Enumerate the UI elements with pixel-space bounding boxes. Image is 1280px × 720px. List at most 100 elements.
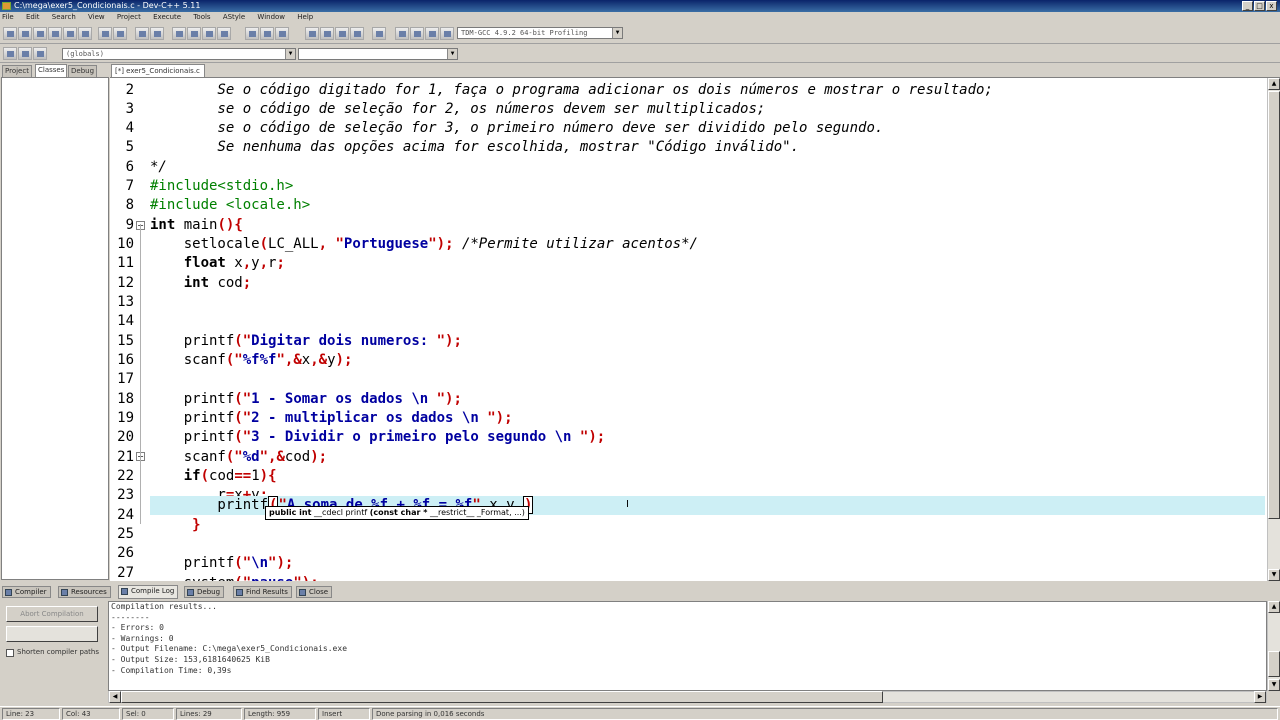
tab-compiler-label: Compiler [15, 588, 47, 596]
code-line: se o código de seleção for 3, o primeiro… [150, 120, 884, 136]
scroll-left-icon[interactable]: ◀ [109, 691, 121, 703]
toggle-comment-icon[interactable] [202, 27, 216, 40]
scroll-down-icon[interactable]: ▼ [1268, 679, 1280, 691]
compile-log-icon [121, 588, 128, 595]
project-options-icon[interactable] [260, 27, 274, 40]
shorten-paths-checkbox[interactable] [6, 649, 14, 657]
code-editor[interactable]: 2 3 4 5 6 7 8 9 10 11 12 13 14 15 16 17 … [110, 77, 1280, 581]
close-file-icon[interactable] [63, 27, 77, 40]
line-number: 15 [117, 333, 134, 349]
compile-icon[interactable] [305, 27, 319, 40]
code-line: scanf("%f%f",&x,&y); [150, 352, 353, 368]
devcpp-window: C:\mega\exer5_Condicionais.c - Dev-C++ 5… [0, 0, 1280, 720]
menu-edit[interactable]: Edit [26, 13, 40, 21]
menu-view[interactable]: View [88, 13, 105, 21]
delete-profile-icon[interactable] [425, 27, 439, 40]
menu-project[interactable]: Project [117, 13, 141, 21]
bookmark-icon[interactable] [217, 27, 231, 40]
tab-classes[interactable]: Classes [35, 64, 68, 77]
status-mode: Insert [318, 708, 370, 720]
maximize-button[interactable]: □ [1254, 1, 1265, 11]
debug-icon[interactable] [395, 27, 409, 40]
menu-help[interactable]: Help [297, 13, 313, 21]
log-vertical-scrollbar[interactable]: ▲ ▼ [1267, 601, 1280, 691]
menu-execute[interactable]: Execute [153, 13, 181, 21]
rebuild-icon[interactable] [350, 27, 364, 40]
minimize-button[interactable]: _ [1242, 1, 1253, 11]
code-area[interactable]: Se o código digitado for 1, faça o progr… [150, 78, 1265, 581]
shorten-paths-label: Shorten compiler paths [17, 648, 100, 656]
code-line: printf("2 - multiplicar os dados \n "); [150, 410, 513, 426]
menu-search[interactable]: Search [52, 13, 76, 21]
scroll-up-icon[interactable]: ▲ [1268, 78, 1280, 90]
tooltip-args: (const char * [369, 508, 428, 517]
log-horizontal-scrollbar[interactable]: ◀ ▶ [108, 691, 1267, 703]
scroll-thumb[interactable] [1268, 91, 1280, 519]
close-icon [299, 589, 306, 596]
menu-tools[interactable]: Tools [193, 13, 210, 21]
main-toolbar: TDM-GCC 4.9.2 64-bit Profiling ▼ [0, 24, 1280, 44]
tab-compile-log[interactable]: Compile Log [118, 585, 179, 599]
compile-run-icon[interactable] [335, 27, 349, 40]
undo-icon[interactable] [98, 27, 112, 40]
replace-icon[interactable] [150, 27, 164, 40]
tab-find-results[interactable]: Find Results [233, 586, 292, 598]
tab-project[interactable]: Project [2, 65, 32, 77]
scroll-up-icon[interactable]: ▲ [1268, 601, 1280, 613]
insert-icon[interactable] [3, 47, 17, 60]
class-browser-pane[interactable] [1, 77, 109, 580]
toggle-bookmark-icon[interactable] [18, 47, 32, 60]
goto-bookmark-icon[interactable] [33, 47, 47, 60]
status-lines: Lines: 29 [176, 708, 242, 720]
tab-debug-bottom[interactable]: Debug [184, 586, 225, 598]
editor-file-tab[interactable]: [*] exer5_Condicionais.c [111, 64, 205, 77]
print-icon[interactable] [78, 27, 92, 40]
compile-log-pane[interactable]: Compilation results... -------- - Errors… [108, 601, 1267, 691]
log-line: - Warnings: 0 [111, 633, 174, 643]
tab-debug[interactable]: Debug [68, 65, 98, 77]
log-line: - Compilation Time: 0,39s [111, 665, 232, 675]
compiler-select[interactable]: TDM-GCC 4.9.2 64-bit Profiling ▼ [457, 27, 623, 39]
open-file-icon[interactable] [18, 27, 32, 40]
close-button[interactable]: x [1266, 1, 1277, 11]
save-all-icon[interactable] [48, 27, 62, 40]
scroll-thumb[interactable] [121, 691, 883, 703]
log-line: - Output Filename: C:\mega\exer5_Condici… [111, 644, 348, 654]
syntax-check-icon[interactable] [372, 27, 386, 40]
run-icon[interactable] [320, 27, 334, 40]
abort-compilation-button[interactable]: Abort Compilation [6, 606, 98, 622]
menu-file[interactable]: File [2, 13, 14, 21]
tab-resources[interactable]: Resources [58, 586, 111, 598]
scroll-right-icon[interactable]: ▶ [1254, 691, 1266, 703]
line-number: 27 [117, 565, 134, 581]
profile-icon[interactable] [410, 27, 424, 40]
editor-vertical-scrollbar[interactable]: ▲ ▼ [1267, 78, 1280, 581]
find-icon[interactable] [135, 27, 149, 40]
line-number: 8 [125, 197, 134, 213]
new-file-icon[interactable] [3, 27, 17, 40]
goto-icon[interactable] [440, 27, 454, 40]
indent-icon[interactable] [172, 27, 186, 40]
tab-compiler[interactable]: Compiler [2, 586, 51, 598]
class-toolbar: (globals) ▼ ▼ [0, 45, 1280, 63]
redo-icon[interactable] [113, 27, 127, 40]
add-to-project-icon[interactable] [275, 27, 289, 40]
tab-close[interactable]: Close [296, 586, 333, 598]
function-signature-tooltip: public int __cdecl printf (const char * … [265, 506, 529, 520]
tooltip-rest: __restrict__ _Format, ...) [427, 508, 525, 517]
mouse-cursor-icon: I [626, 499, 629, 510]
scroll-down-icon[interactable]: ▼ [1268, 569, 1280, 581]
new-project-icon[interactable] [245, 27, 259, 40]
menu-astyle[interactable]: AStyle [223, 13, 245, 21]
debug-icon [187, 589, 194, 596]
function-select[interactable]: ▼ [298, 48, 458, 60]
unindent-icon[interactable] [187, 27, 201, 40]
compiler-icon [5, 589, 12, 596]
menu-window[interactable]: Window [257, 13, 285, 21]
title-bar: C:\mega\exer5_Condicionais.c - Dev-C++ 5… [0, 0, 1280, 12]
scroll-thumb[interactable] [1268, 651, 1280, 677]
save-icon[interactable] [33, 27, 47, 40]
globals-select[interactable]: (globals) ▼ [62, 48, 296, 60]
code-line: printf("Digitar dois numeros: "); [150, 333, 462, 349]
code-line: printf("3 - Dividir o primeiro pelo segu… [150, 429, 606, 445]
